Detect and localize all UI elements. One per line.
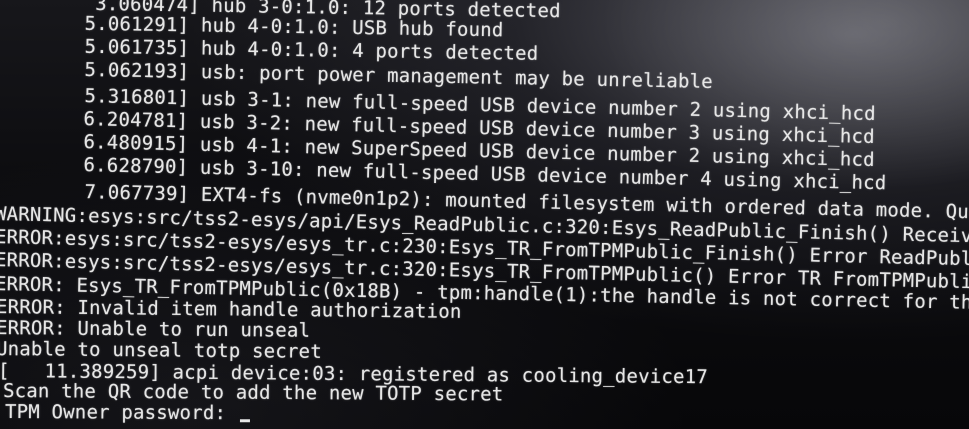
password-prompt-label: TPM Owner password:: [4, 401, 238, 425]
boot-console: 3.060474] hub 3-0:1.0: 12 ports detected…: [0, 0, 969, 429]
password-prompt[interactable]: TPM Owner password:: [5, 401, 250, 424]
monitor-screen: 3.060474] hub 3-0:1.0: 12 ports detected…: [0, 0, 969, 429]
console-line: Unable to unseal totp secret: [0, 338, 322, 363]
text-cursor: [239, 419, 250, 423]
